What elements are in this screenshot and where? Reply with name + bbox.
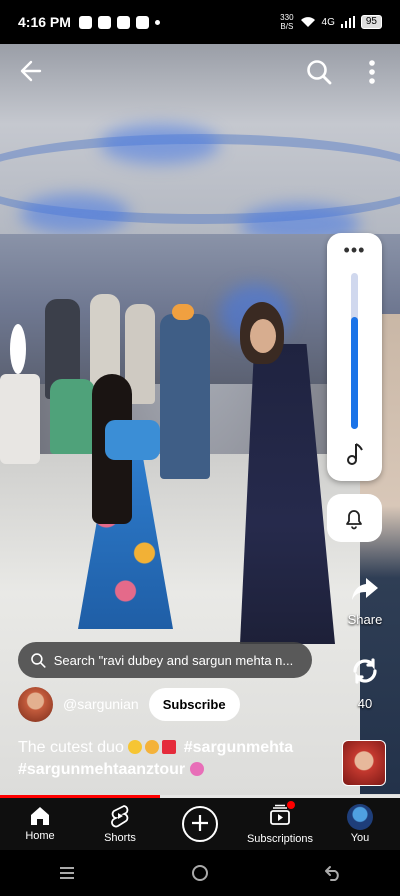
share-icon [352,578,378,600]
more-notifications-dot [154,19,160,25]
back-system-button[interactable] [318,858,348,888]
status-right: 330 B/S 4G 95 [280,13,382,31]
search-icon [307,60,332,85]
nav-you[interactable]: You [320,798,400,850]
video-caption[interactable]: The cutest duo #sargunmehta #sargunmehta… [18,737,333,781]
shorts-icon [111,805,129,828]
red-heart-emoji-icon [162,740,177,754]
back-button[interactable] [14,56,50,86]
plus-icon [192,815,208,831]
status-time: 4:16 PM [18,14,71,30]
create-button[interactable] [182,806,218,842]
nav-you-label: You [350,832,370,844]
channel-avatar[interactable] [18,686,53,722]
subscribe-button[interactable]: Subscribe [148,687,240,721]
bottom-nav: Home Shorts Subscriptions You [0,798,400,850]
signal-icon [340,16,355,28]
sparkling-heart-emoji-icon [189,762,204,776]
circle-home-icon [191,865,208,881]
notification-icons [78,15,160,29]
woman-face [250,319,276,353]
remix-icon [353,658,377,684]
search-icon [31,653,46,668]
whatsapp-icon [97,15,111,29]
home-icon [31,807,49,825]
nav-subscriptions-label: Subscriptions [246,832,314,845]
share-label: Share [347,612,383,627]
heart-eyes-emoji-icon [128,740,143,754]
nav-subscriptions[interactable]: Subscriptions [240,798,320,850]
hashtag-link[interactable]: #sargunmehta [184,739,293,756]
status-bar: 4:16 PM 330 B/S 4G 95 [0,0,400,44]
search-suggestion-text: Search "ravi dubey and sargun mehta n... [53,652,294,668]
media-volume-button[interactable] [342,441,366,467]
recent-apps-button[interactable] [52,858,82,888]
sound-thumbnail[interactable] [342,740,386,786]
recent-apps-icon [59,867,74,879]
bell-icon [346,510,362,530]
blue-light [100,124,220,164]
home-system-button[interactable] [185,858,215,888]
share-button[interactable]: Share [340,575,390,627]
volume-settings-dots[interactable]: ••• [327,241,382,259]
remix-count: 40 [357,696,373,711]
girl-top [105,420,160,460]
more-options-button[interactable] [360,56,384,88]
arrow-left-icon [20,60,42,82]
nav-create[interactable] [160,798,240,850]
youtube-icon [116,15,130,29]
search-button[interactable] [303,56,335,88]
ringer-button[interactable] [327,494,382,542]
back-system-icon [325,866,340,881]
smiling-hearts-emoji-icon [145,740,160,754]
you-avatar [347,804,373,830]
nav-home[interactable]: Home [0,798,80,850]
remix-button[interactable]: 40 [340,655,390,711]
hashtag-link[interactable]: #sargunmehtaanztour [18,761,185,778]
system-nav [0,850,400,896]
nav-shorts[interactable]: Shorts [80,798,160,850]
nav-shorts-label: Shorts [104,832,136,844]
wifi-icon [300,17,315,27]
network-type: 4G [321,16,335,28]
caption-text: The cutest duo [18,739,124,756]
nav-home-label: Home [25,830,55,842]
notification-icon [78,15,92,29]
music-note-icon [347,443,363,465]
channel-handle[interactable]: @sargunian [63,696,139,712]
facebook-icon [135,15,149,29]
blue-light [20,194,130,234]
volume-level [351,316,358,429]
volume-slider[interactable] [351,273,358,429]
search-suggestion-pill[interactable]: Search "ravi dubey and sargun mehta n... [18,642,312,678]
net-speed: 330 B/S [280,13,294,31]
more-vert-icon [369,60,375,84]
subscriptions-badge [269,800,295,831]
volume-panel: ••• [327,233,382,481]
battery-indicator: 95 [360,15,382,29]
subscriptions-icon [270,804,290,825]
channel-row: @sargunian Subscribe [18,686,240,722]
